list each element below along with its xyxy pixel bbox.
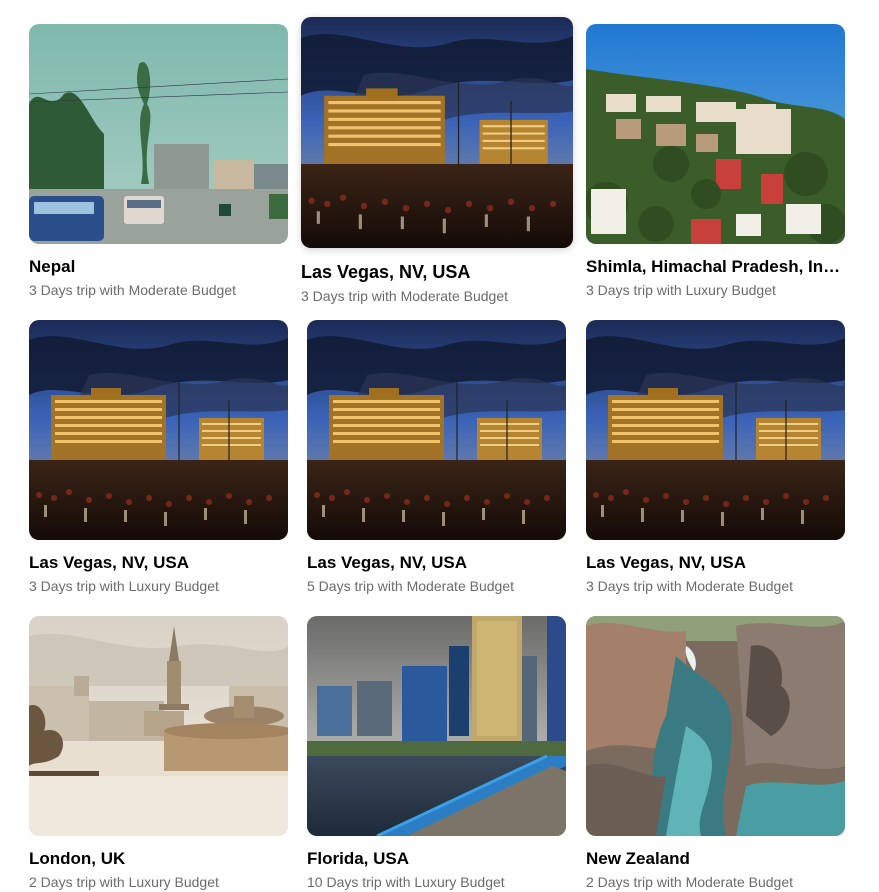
trip-title: London, UK <box>29 849 126 868</box>
trip-card[interactable]: New Zealand 2 Days trip with Moderate Bu… <box>586 616 845 891</box>
trip-card[interactable]: Las Vegas, NV, USA 3 Days trip with Mode… <box>301 17 573 305</box>
trip-title: Las Vegas, NV, USA <box>586 553 747 572</box>
trip-subtitle: 2 Days trip with Moderate Budget <box>586 874 793 890</box>
trip-title: Shimla, Himachal Pradesh, India <box>586 257 845 276</box>
shimla-hillside-photo[interactable] <box>586 24 845 244</box>
trip-subtitle: 5 Days trip with Moderate Budget <box>307 578 514 594</box>
trip-title: Nepal <box>29 257 76 276</box>
trip-subtitle: 3 Days trip with Luxury Budget <box>29 578 219 594</box>
trip-title: Florida, USA <box>307 849 410 868</box>
trip-title: Las Vegas, NV, USA <box>307 553 468 572</box>
las-vegas-bellagio-photo[interactable] <box>301 17 573 248</box>
trip-card[interactable]: Florida, USA 10 Days trip with Luxury Bu… <box>307 616 566 891</box>
trip-subtitle: 3 Days trip with Moderate Budget <box>301 288 508 304</box>
new-zealand-rock-pool-photo[interactable] <box>586 616 845 836</box>
trip-card[interactable]: Shimla, Himachal Pradesh, India 3 Days t… <box>586 24 845 299</box>
london-trafalgar-photo[interactable] <box>29 616 288 836</box>
trip-subtitle: 3 Days trip with Moderate Budget <box>29 282 236 298</box>
trip-card[interactable]: London, UK 2 Days trip with Luxury Budge… <box>29 616 288 891</box>
las-vegas-bellagio-photo[interactable] <box>307 320 566 540</box>
trip-subtitle: 2 Days trip with Luxury Budget <box>29 874 219 890</box>
las-vegas-bellagio-photo[interactable] <box>586 320 845 540</box>
trip-subtitle: 3 Days trip with Moderate Budget <box>586 578 793 594</box>
trip-title: Las Vegas, NV, USA <box>301 262 471 282</box>
nepal-street-photo[interactable] <box>29 24 288 244</box>
trip-card[interactable]: Las Vegas, NV, USA 5 Days trip with Mode… <box>307 320 566 595</box>
trip-card[interactable]: Las Vegas, NV, USA 3 Days trip with Mode… <box>586 320 845 595</box>
trip-subtitle: 10 Days trip with Luxury Budget <box>307 874 505 890</box>
trip-title: New Zealand <box>586 849 690 868</box>
trip-card[interactable]: Las Vegas, NV, USA 3 Days trip with Luxu… <box>29 320 288 595</box>
trip-subtitle: 3 Days trip with Luxury Budget <box>586 282 776 298</box>
trip-title: Las Vegas, NV, USA <box>29 553 190 572</box>
trip-card[interactable]: Nepal 3 Days trip with Moderate Budget <box>29 24 288 299</box>
florida-jacksonville-photo[interactable] <box>307 616 566 836</box>
las-vegas-bellagio-photo[interactable] <box>29 320 288 540</box>
